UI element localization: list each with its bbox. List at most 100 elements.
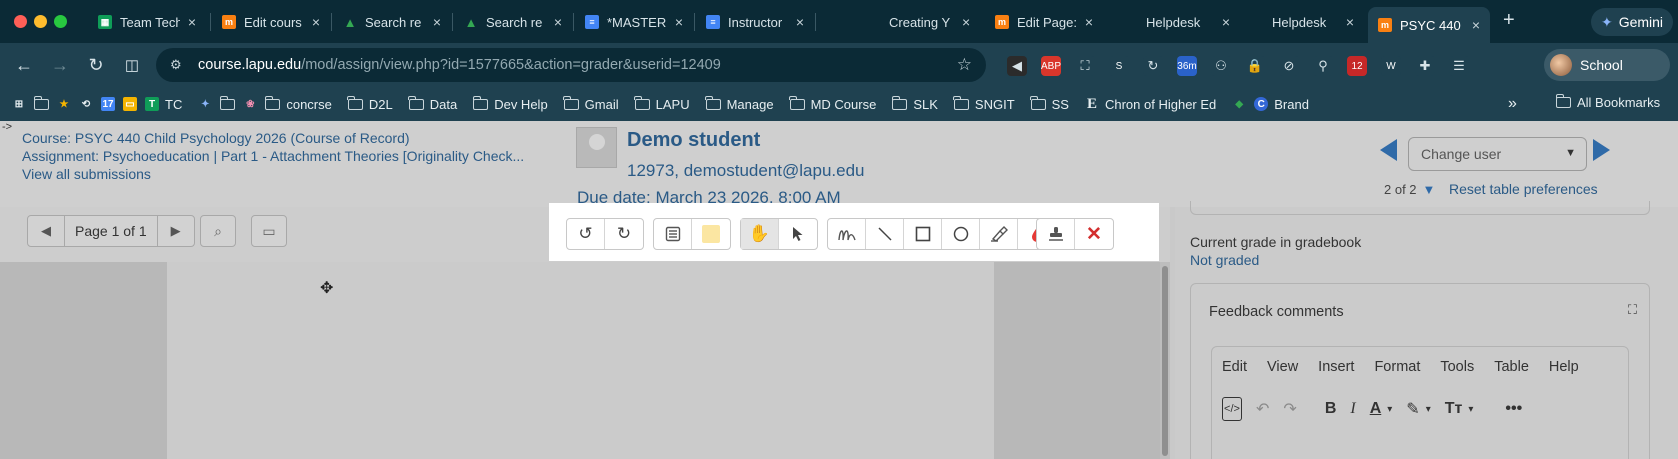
- bookmark-item[interactable]: ★: [57, 97, 71, 111]
- close-tab-icon[interactable]: ×: [1085, 14, 1093, 30]
- source-code-icon[interactable]: </>: [1222, 397, 1242, 421]
- bookmark-item[interactable]: Data: [408, 95, 457, 112]
- highlighter-icon[interactable]: [980, 219, 1018, 249]
- select-arrow-icon[interactable]: [779, 219, 817, 249]
- highlight-color-icon[interactable]: ✎: [1406, 399, 1419, 419]
- comment-icon[interactable]: [654, 219, 692, 249]
- line-icon[interactable]: [866, 219, 904, 249]
- badge-icon[interactable]: 12: [1347, 56, 1367, 76]
- font-size-icon[interactable]: Tт: [1445, 400, 1463, 418]
- previous-page-button[interactable]: ◀: [28, 223, 64, 239]
- current-grade-value[interactable]: Not graded: [1190, 252, 1259, 268]
- editor-menu-help[interactable]: Help: [1549, 359, 1579, 375]
- bookmark-item[interactable]: SLK: [891, 95, 938, 112]
- italic-icon[interactable]: I: [1350, 400, 1355, 418]
- bookmark-item[interactable]: ✦: [198, 97, 212, 111]
- all-bookmarks-button[interactable]: All Bookmarks: [1555, 94, 1660, 110]
- editor-menu-edit[interactable]: Edit: [1222, 359, 1247, 375]
- lock-icon[interactable]: 🔒: [1245, 56, 1265, 76]
- maximize-window-button[interactable]: [54, 15, 67, 28]
- timer-icon[interactable]: 36m: [1177, 56, 1197, 76]
- close-tab-icon[interactable]: ×: [1472, 17, 1480, 33]
- stamp-icon[interactable]: [1037, 219, 1075, 249]
- bookmark-item[interactable]: T TC: [145, 97, 182, 112]
- close-tab-icon[interactable]: ×: [188, 14, 196, 30]
- bookmark-item[interactable]: ◆: [1232, 97, 1246, 111]
- more-bookmarks-button[interactable]: »: [1508, 95, 1517, 113]
- refresh-green-icon[interactable]: ↻: [1143, 56, 1163, 76]
- comment-color-swatch-icon[interactable]: [692, 219, 730, 249]
- pdf-scrollbar[interactable]: [1160, 262, 1170, 459]
- close-tab-icon[interactable]: ×: [433, 14, 441, 30]
- close-tab-icon[interactable]: ×: [675, 14, 683, 30]
- reload-button[interactable]: ↻: [84, 53, 108, 77]
- chevron-down-icon[interactable]: ▾: [1426, 404, 1431, 415]
- page-select[interactable]: Page 1 of 1: [64, 216, 158, 246]
- close-tab-icon[interactable]: ×: [962, 14, 970, 30]
- people-icon[interactable]: ⚇: [1211, 56, 1231, 76]
- bookmark-item[interactable]: SS: [1030, 95, 1069, 112]
- tab-edit-page[interactable]: m Edit Page: ×: [985, 7, 1103, 37]
- bookmark-item[interactable]: [33, 95, 49, 110]
- gemini-button[interactable]: ✦ Gemini: [1591, 8, 1673, 36]
- editor-menu-tools[interactable]: Tools: [1440, 359, 1474, 375]
- profile-button[interactable]: School: [1544, 49, 1670, 81]
- editor-menu-view[interactable]: View: [1267, 359, 1298, 375]
- next-user-icon[interactable]: [1593, 139, 1610, 161]
- close-tab-icon[interactable]: ×: [1346, 14, 1354, 30]
- text-color-icon[interactable]: A: [1370, 400, 1382, 418]
- bookmark-item[interactable]: Gmail: [563, 95, 619, 112]
- redo-icon[interactable]: ↻: [605, 219, 643, 249]
- tab-search-results-1[interactable]: ▲ Search re ×: [333, 7, 451, 37]
- bold-icon[interactable]: B: [1325, 400, 1337, 418]
- expand-icon[interactable]: ⛶: [1628, 302, 1637, 318]
- bookmark-item[interactable]: LAPU: [634, 95, 690, 112]
- tab-helpdesk-2[interactable]: Helpdesk ×: [1236, 7, 1364, 37]
- bookmark-item[interactable]: SNGIT: [953, 95, 1015, 112]
- delete-x-icon[interactable]: ✕: [1075, 219, 1113, 249]
- bookmark-item[interactable]: MD Course: [789, 95, 876, 112]
- forward-button[interactable]: →: [48, 53, 72, 77]
- rectangle-icon[interactable]: [904, 219, 942, 249]
- undo-icon[interactable]: ↶: [1256, 399, 1269, 419]
- close-tab-icon[interactable]: ×: [1222, 14, 1230, 30]
- close-window-button[interactable]: [14, 15, 27, 28]
- chevron-down-icon[interactable]: ▾: [1387, 404, 1392, 415]
- pdf-page[interactable]: [167, 262, 994, 459]
- search-comments-button[interactable]: ⌕: [200, 215, 236, 247]
- close-tab-icon[interactable]: ×: [554, 14, 562, 30]
- expand-view-button[interactable]: ▭: [251, 215, 287, 247]
- bookmark-item[interactable]: ⊞: [12, 97, 26, 111]
- editor-menu-format[interactable]: Format: [1374, 359, 1420, 375]
- scrollbar-thumb[interactable]: [1162, 266, 1168, 456]
- undo-icon[interactable]: ↺: [567, 219, 605, 249]
- tab-team-tech[interactable]: ▦ Team Tech ×: [88, 7, 206, 37]
- arrow-left-circle-icon[interactable]: ◀: [1007, 56, 1027, 76]
- minimize-window-button[interactable]: [34, 15, 47, 28]
- bookmark-item[interactable]: ▭: [123, 97, 137, 111]
- tab-edit-course[interactable]: m Edit cours ×: [212, 7, 330, 37]
- bookmark-item[interactable]: [219, 95, 236, 110]
- assignment-link[interactable]: Assignment: Psychoeducation | Part 1 - A…: [22, 148, 524, 164]
- tab-psyc-440[interactable]: m PSYC 440 ×: [1368, 7, 1490, 43]
- back-button[interactable]: ←: [12, 53, 36, 77]
- adblock-icon[interactable]: ABP: [1041, 56, 1061, 76]
- tab-instructor-doc[interactable]: ≡ Instructor ×: [696, 7, 814, 37]
- reset-table-preferences-link[interactable]: Reset table preferences: [1449, 181, 1598, 197]
- block-icon[interactable]: ⊘: [1279, 56, 1299, 76]
- bookmark-item[interactable]: D2L: [347, 95, 393, 112]
- address-bar[interactable]: ⚙ course.lapu.edu/mod/assign/view.php?id…: [156, 48, 986, 82]
- pen-icon[interactable]: [828, 219, 866, 249]
- tab-helpdesk-1[interactable]: Helpdesk ×: [1110, 7, 1240, 37]
- bookmark-star-icon[interactable]: ☆: [957, 55, 972, 75]
- bookmark-item[interactable]: 17: [101, 97, 115, 111]
- previous-user-icon[interactable]: [1380, 139, 1397, 161]
- editor-menu-insert[interactable]: Insert: [1318, 359, 1354, 375]
- tab-search-results-2[interactable]: ▲ Search re ×: [454, 7, 572, 37]
- bookmark-item[interactable]: ⟲: [79, 97, 93, 111]
- close-tab-icon[interactable]: ×: [796, 14, 804, 30]
- site-info-icon[interactable]: ⚙: [170, 57, 186, 73]
- feedback-editor[interactable]: Edit View Insert Format Tools Table Help…: [1211, 346, 1629, 459]
- new-tab-button[interactable]: +: [1503, 9, 1515, 32]
- screenshot-icon[interactable]: ⛶: [1075, 56, 1095, 76]
